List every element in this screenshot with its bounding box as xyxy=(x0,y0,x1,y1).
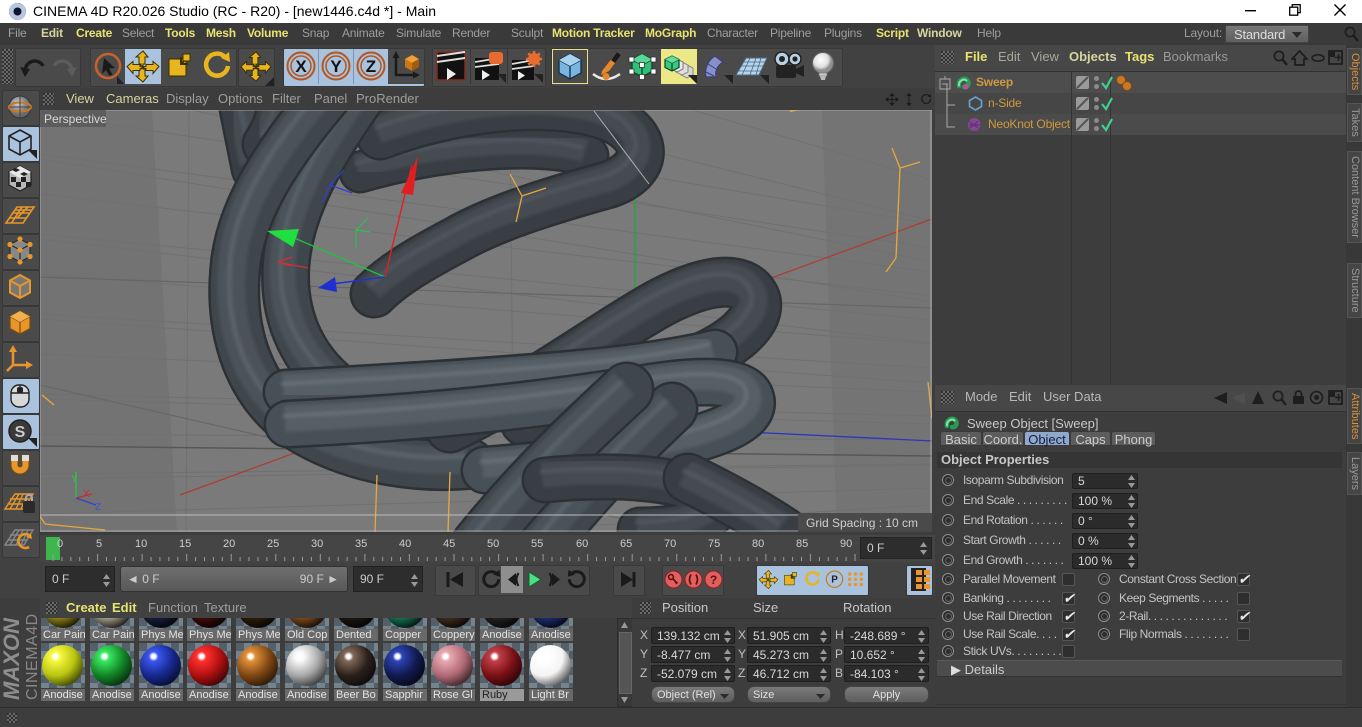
svg-text:80: 80 xyxy=(752,538,764,550)
svg-text:35: 35 xyxy=(355,538,367,550)
svg-text:85: 85 xyxy=(796,538,808,550)
svg-text:0: 0 xyxy=(57,538,63,550)
svg-text:Z: Z xyxy=(95,502,101,513)
svg-text:30: 30 xyxy=(311,538,323,550)
svg-text:20: 20 xyxy=(223,538,235,550)
svg-text:40: 40 xyxy=(399,538,411,550)
svg-text:Grid Spacing : 10 cm: Grid Spacing : 10 cm xyxy=(806,516,918,530)
svg-text:Perspective: Perspective xyxy=(44,112,107,126)
svg-text:Y: Y xyxy=(330,57,342,76)
svg-text:5: 5 xyxy=(96,538,102,550)
svg-text:S: S xyxy=(15,424,26,441)
svg-text:10: 10 xyxy=(135,538,147,550)
svg-text:25: 25 xyxy=(267,538,279,550)
svg-text:Y: Y xyxy=(71,474,78,485)
svg-text:55: 55 xyxy=(531,538,543,550)
svg-text:X: X xyxy=(83,489,90,500)
svg-text:45: 45 xyxy=(443,538,455,550)
svg-text:?: ? xyxy=(710,573,717,587)
svg-text:70: 70 xyxy=(664,538,676,550)
svg-text:75: 75 xyxy=(708,538,720,550)
svg-text:CINEMA4D: CINEMA4D xyxy=(24,613,40,700)
svg-text:60: 60 xyxy=(576,538,588,550)
svg-text:50: 50 xyxy=(487,538,499,550)
svg-text:MAXON: MAXON xyxy=(0,617,24,700)
svg-text:X: X xyxy=(295,57,307,76)
svg-text:P: P xyxy=(831,575,838,586)
svg-text:Z: Z xyxy=(366,57,376,76)
svg-text:90: 90 xyxy=(840,538,852,550)
svg-text:65: 65 xyxy=(620,538,632,550)
svg-text:15: 15 xyxy=(179,538,191,550)
